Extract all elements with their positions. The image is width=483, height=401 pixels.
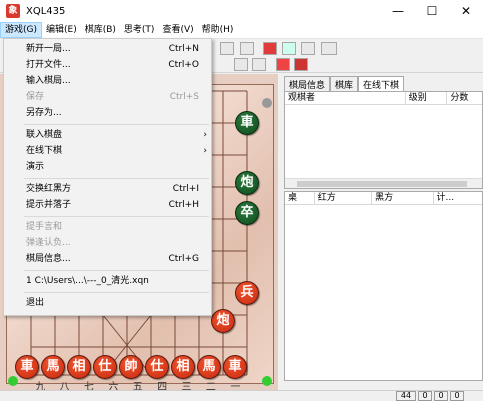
menu-item-recent-file[interactable]: 1 C:\Users\...\---_0_清光.xqn (4, 273, 213, 289)
tables-list[interactable]: 桌 红方 黑方 计... (284, 191, 483, 381)
pieces-icon[interactable] (301, 42, 315, 55)
tab-game-info[interactable]: 棋局信息 (284, 76, 331, 91)
menu-item-hint-move[interactable]: 提示并落子 Ctrl+H (4, 197, 213, 213)
status-bar: 44 0 0 0 (0, 390, 483, 401)
menu-bar: 游戏(G) 编辑(E) 棋库(B) 思考(T) 查看(V) 帮助(H) (0, 22, 483, 39)
menu-separator (24, 216, 209, 217)
menu-edit[interactable]: 编辑(E) (42, 22, 81, 38)
black-turn-indicator (262, 98, 272, 108)
menu-help[interactable]: 帮助(H) (198, 22, 238, 38)
piece-red-advisor[interactable]: 仕 (145, 355, 169, 379)
menu-item-play-online[interactable]: 在线下棋 › (4, 143, 213, 159)
xiangqi-icon: 象 (6, 4, 20, 18)
piece-red-elephant[interactable]: 相 (171, 355, 195, 379)
piece-red-chariot[interactable]: 車 (223, 355, 247, 379)
col-count[interactable]: 计... (434, 192, 483, 204)
red-board-icon[interactable] (263, 42, 277, 55)
piece-black-soldier[interactable]: 卒 (235, 201, 259, 225)
close-button[interactable]: ✕ (449, 0, 483, 22)
menu-item-input-game[interactable]: 输入棋局... (4, 73, 213, 89)
turn-indicator (262, 376, 272, 386)
menu-item-game-info[interactable]: 棋局信息... Ctrl+G (4, 251, 213, 267)
menu-item-resign[interactable]: 弹逢认负... (4, 235, 213, 251)
red-turn-indicator (8, 376, 18, 386)
piece-black-chariot[interactable]: 車 (235, 111, 259, 135)
piece-red-horse[interactable]: 馬 (41, 355, 65, 379)
plus-icon[interactable] (234, 58, 248, 71)
menu-item-new-game[interactable]: 新开一局... Ctrl+N (4, 41, 213, 57)
menu-game[interactable]: 游戏(G) (0, 22, 42, 38)
piece-red-horse[interactable]: 馬 (197, 355, 221, 379)
piece-black-cannon[interactable]: 炮 (235, 171, 259, 195)
tab-library[interactable]: 棋库 (330, 76, 359, 91)
minus-icon[interactable] (252, 58, 266, 71)
swap-icon[interactable] (240, 42, 254, 55)
game-menu: 新开一局... Ctrl+N 打开文件... Ctrl+O 输入棋局... 保存 Ct… (3, 38, 212, 316)
menu-separator (24, 292, 209, 293)
menu-item-import-board[interactable]: 联入棋盘 › (4, 127, 213, 143)
title-bar: 象 XQL435 — ☐ ✕ (0, 0, 483, 22)
menu-item-demo[interactable]: 演示 (4, 159, 213, 175)
col-observer[interactable]: 观棋者 (285, 92, 406, 104)
window-title: XQL435 (26, 5, 66, 17)
piece-red-soldier[interactable]: 兵 (235, 281, 259, 305)
menu-item-exit[interactable]: 退出 (4, 295, 213, 311)
chevron-right-icon: › (203, 130, 207, 140)
menu-item-save[interactable]: 保存 Ctrl+S (4, 89, 213, 105)
flag-icon[interactable] (276, 58, 290, 71)
horizontal-scrollbar[interactable] (285, 178, 482, 188)
chevron-right-icon: › (203, 146, 207, 156)
piece-red-king[interactable]: 帥 (119, 355, 143, 379)
graph-icon[interactable] (282, 42, 296, 55)
col-black-player[interactable]: 黑方 (372, 192, 434, 204)
menu-item-save-as[interactable]: 另存为... (4, 105, 213, 121)
col-red-player[interactable]: 红方 (315, 192, 373, 204)
maximize-button[interactable]: ☐ (415, 0, 449, 22)
tab-online[interactable]: 在线下棋 (358, 76, 405, 91)
piece-red-chariot[interactable]: 車 (15, 355, 39, 379)
menu-item-swap-sides[interactable]: 交换红黑方 Ctrl+I (4, 181, 213, 197)
menu-think[interactable]: 思考(T) (120, 22, 159, 38)
piece-red-elephant[interactable]: 相 (67, 355, 91, 379)
menu-separator (24, 178, 209, 179)
menu-separator (24, 124, 209, 125)
minimize-button[interactable]: — (381, 0, 415, 22)
piece-red-cannon[interactable]: 炮 (211, 309, 235, 333)
col-table[interactable]: 桌 (285, 192, 315, 204)
piece-red-advisor[interactable]: 仕 (93, 355, 117, 379)
observers-list[interactable]: 观棋者 级别 分数 (284, 91, 483, 189)
menu-item-offer-draw[interactable]: 提手言和 (4, 219, 213, 235)
col-score[interactable]: 分数 (447, 92, 482, 104)
engine-icon[interactable] (321, 42, 337, 55)
table-icon[interactable] (294, 58, 308, 71)
right-panel: 棋局信息 棋库 在线下棋 观棋者 级别 分数 桌 红方 黑方 计... (280, 74, 483, 390)
menu-item-open-file[interactable]: 打开文件... Ctrl+O (4, 57, 213, 73)
menu-view[interactable]: 查看(V) (158, 22, 197, 38)
menu-library[interactable]: 棋库(B) (81, 22, 120, 38)
menu-separator (24, 270, 209, 271)
refresh-icon[interactable] (220, 42, 234, 55)
col-level[interactable]: 级别 (406, 92, 448, 104)
